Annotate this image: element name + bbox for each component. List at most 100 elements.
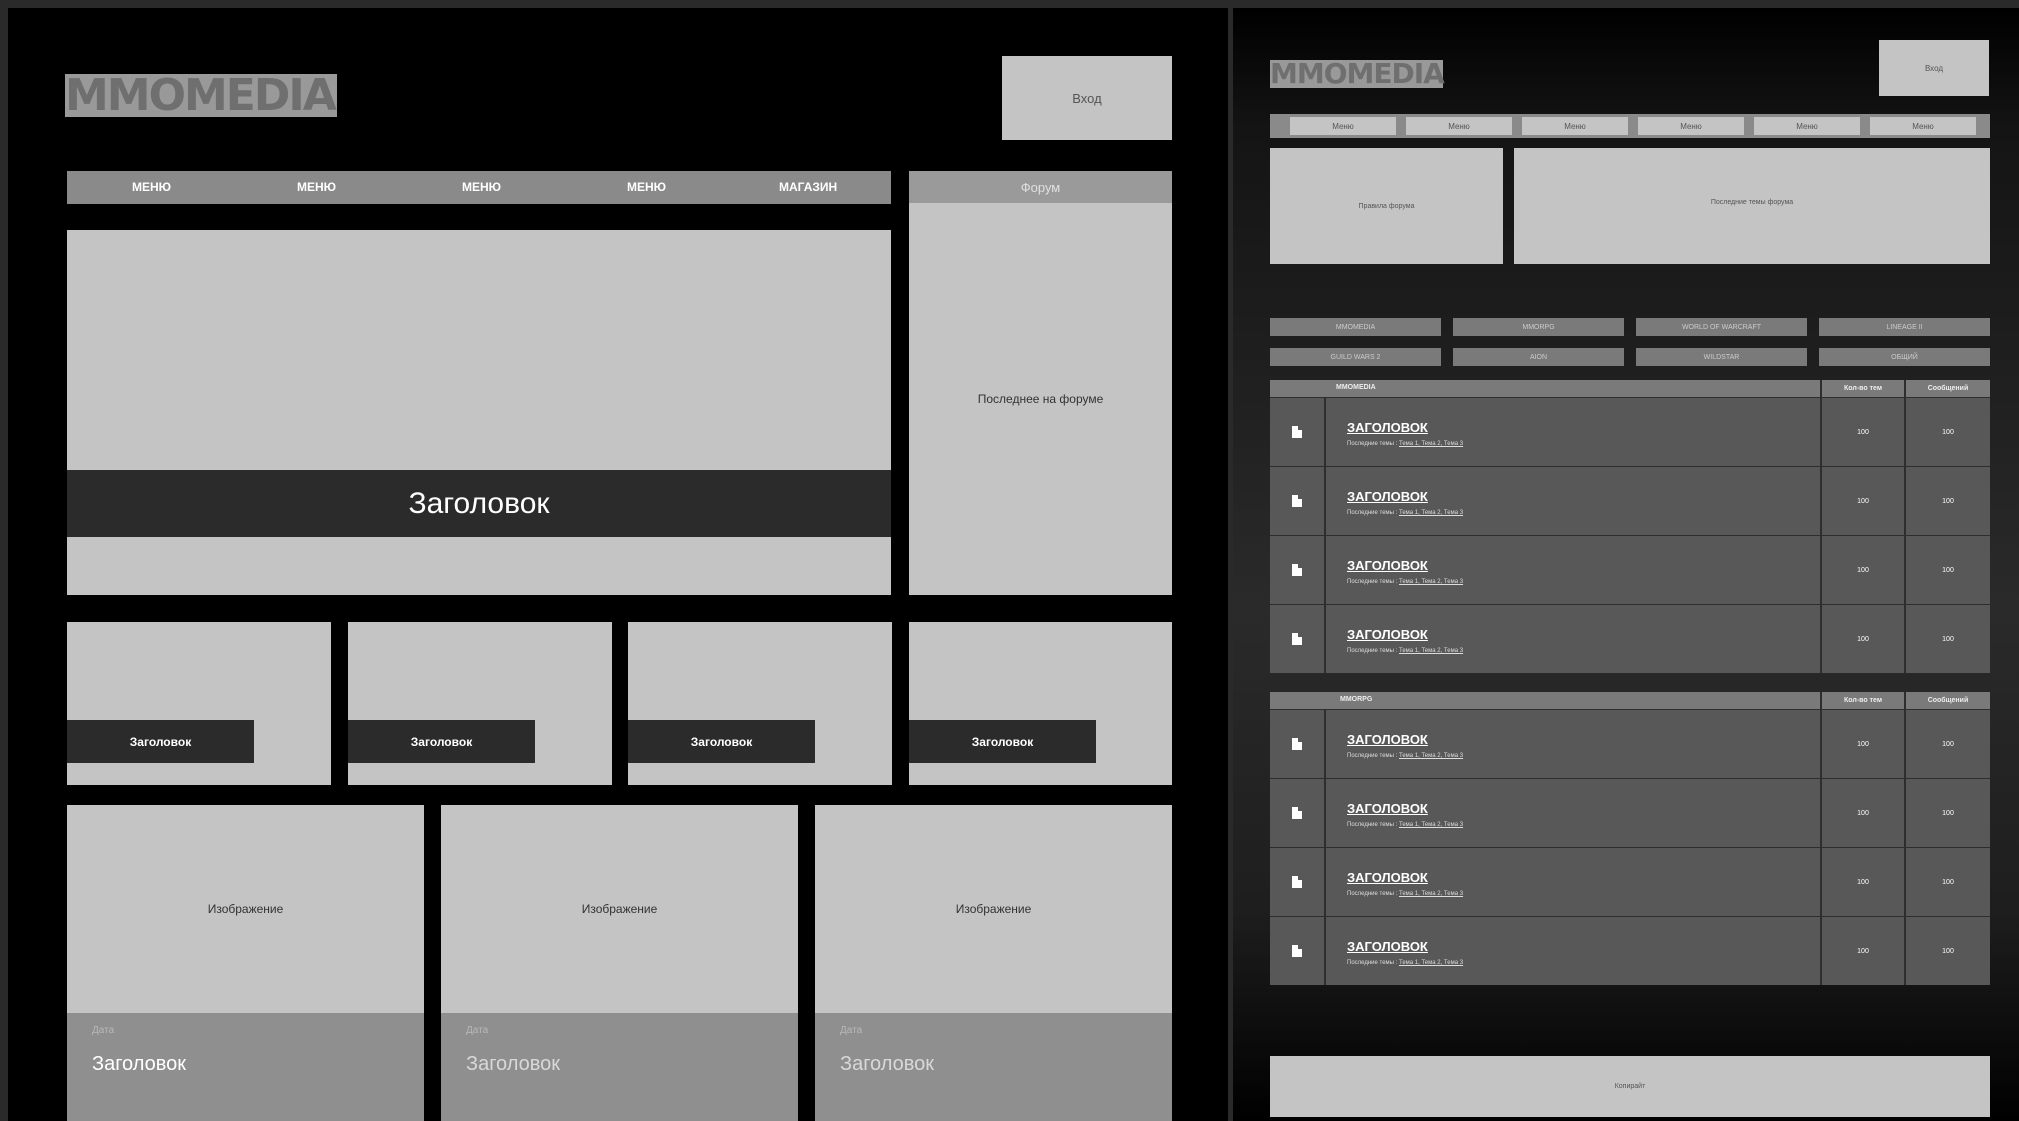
site-logo[interactable]: MMOMEDIA [65, 74, 337, 118]
card-info: Дата Заголовок [441, 1013, 798, 1121]
sub-label: Последние темы : [1347, 648, 1398, 654]
topic-title[interactable]: ЗАГОЛОВОК [1347, 801, 1428, 816]
menu-item-4[interactable]: МЕНЮ [627, 180, 666, 194]
hero-title[interactable]: Заголовок [67, 470, 891, 537]
forum-row[interactable]: ЗАГОЛОВОК Последние темы : Тема 1, Тема … [1270, 778, 1990, 847]
sub-topics[interactable]: Тема 1, Тема 2, Тема 3 [1399, 822, 1463, 828]
topic-title[interactable]: ЗАГОЛОВОК [1347, 558, 1428, 573]
sub-topics[interactable]: Тема 1, Тема 2, Тема 3 [1399, 441, 1463, 447]
homepage-mockup: MMOMEDIA Вход МЕНЮ МЕНЮ МЕНЮ МЕНЮ МАГАЗИ… [8, 8, 1228, 1121]
small-card-2[interactable]: Заголовок [348, 622, 612, 785]
topic-title[interactable]: ЗАГОЛОВОК [1347, 939, 1428, 954]
image-placeholder[interactable]: Изображение [815, 805, 1172, 1013]
image-placeholder[interactable]: Изображение [441, 805, 798, 1013]
topic-sub: Последние темы : Тема 1, Тема 2, Тема 3 [1347, 579, 1463, 585]
forum-row[interactable]: ЗАГОЛОВОК Последние темы : Тема 1, Тема … [1270, 847, 1990, 916]
forum-row[interactable]: ЗАГОЛОВОК Последние темы : Тема 1, Тема … [1270, 916, 1990, 985]
image-card-2[interactable]: Изображение Дата Заголовок [441, 805, 798, 1121]
topic-count: 100 [1820, 605, 1904, 673]
small-card-title[interactable]: Заголовок [348, 720, 535, 763]
message-count: 100 [1904, 917, 1990, 985]
topic-sub: Последние темы : Тема 1, Тема 2, Тема 3 [1347, 510, 1463, 516]
small-card-1[interactable]: Заголовок [67, 622, 331, 785]
menu-item-3[interactable]: МЕНЮ [462, 180, 501, 194]
category-wildstar[interactable]: WILDSTAR [1636, 348, 1807, 366]
topic-sub: Последние темы : Тема 1, Тема 2, Тема 3 [1347, 441, 1463, 447]
message-count: 100 [1904, 710, 1990, 778]
small-card-4[interactable]: Заголовок [909, 622, 1172, 785]
sub-topics[interactable]: Тема 1, Тема 2, Тема 3 [1399, 891, 1463, 897]
sub-topics[interactable]: Тема 1, Тема 2, Тема 3 [1399, 648, 1463, 654]
small-card-3[interactable]: Заголовок [628, 622, 892, 785]
topic-icon-cell [1270, 536, 1326, 604]
section-title[interactable]: MMOMEDIA [1336, 384, 1376, 391]
topic-count: 100 [1820, 467, 1904, 535]
small-card-title[interactable]: Заголовок [909, 720, 1096, 763]
forum-row[interactable]: ЗАГОЛОВОК Последние темы : Тема 1, Тема … [1270, 466, 1990, 535]
section-header: MMORPG Кол-во тем Сообщений [1270, 692, 1990, 709]
small-card-title[interactable]: Заголовок [67, 720, 254, 763]
card-title[interactable]: Заголовок [840, 1053, 934, 1076]
menu-item-shop[interactable]: МАГАЗИН [779, 180, 837, 194]
category-general[interactable]: ОБЩИЙ [1819, 348, 1990, 366]
document-icon [1292, 876, 1302, 888]
sub-label: Последние темы : [1347, 753, 1398, 759]
menu-item-1[interactable]: МЕНЮ [132, 180, 171, 194]
forum-row[interactable]: ЗАГОЛОВОК Последние темы : Тема 1, Тема … [1270, 604, 1990, 673]
card-title[interactable]: Заголовок [466, 1053, 560, 1076]
message-count: 100 [1904, 398, 1990, 466]
category-wow[interactable]: WORLD OF WARCRAFT [1636, 318, 1807, 336]
topic-sub: Последние темы : Тема 1, Тема 2, Тема 3 [1347, 960, 1463, 966]
forum-section-mmomedia: MMOMEDIA Кол-во тем Сообщений ЗАГОЛОВОК … [1270, 380, 1990, 685]
card-info: Дата Заголовок [815, 1013, 1172, 1121]
topic-count: 100 [1820, 917, 1904, 985]
forum-widget[interactable]: Форум Последнее на форуме [909, 171, 1172, 595]
document-icon [1292, 495, 1302, 507]
sub-topics[interactable]: Тема 1, Тема 2, Тема 3 [1399, 753, 1463, 759]
topic-title[interactable]: ЗАГОЛОВОК [1347, 732, 1428, 747]
card-title[interactable]: Заголовок [92, 1053, 186, 1076]
sub-topics[interactable]: Тема 1, Тема 2, Тема 3 [1399, 510, 1463, 516]
forum-menu-item[interactable]: Меню [1406, 117, 1512, 135]
sub-label: Последние темы : [1347, 960, 1398, 966]
login-button[interactable]: Вход [1002, 56, 1172, 140]
topic-sub: Последние темы : Тема 1, Тема 2, Тема 3 [1347, 648, 1463, 654]
document-icon [1292, 426, 1302, 438]
topic-icon-cell [1270, 605, 1326, 673]
topic-icon-cell [1270, 467, 1326, 535]
forum-menu-item[interactable]: Меню [1870, 117, 1976, 135]
small-card-title[interactable]: Заголовок [628, 720, 815, 763]
category-mmomedia[interactable]: MMOMEDIA [1270, 318, 1441, 336]
hero-banner[interactable]: Заголовок [67, 230, 891, 595]
col-messages: Сообщений [1904, 692, 1990, 709]
image-card-1[interactable]: Изображение Дата Заголовок [67, 805, 424, 1121]
image-placeholder[interactable]: Изображение [67, 805, 424, 1013]
topic-title[interactable]: ЗАГОЛОВОК [1347, 489, 1428, 504]
col-messages: Сообщений [1904, 380, 1990, 397]
sub-topics[interactable]: Тема 1, Тема 2, Тема 3 [1399, 960, 1463, 966]
forum-menu-item[interactable]: Меню [1754, 117, 1860, 135]
image-card-3[interactable]: Изображение Дата Заголовок [815, 805, 1172, 1121]
section-title[interactable]: MMORPG [1340, 696, 1372, 703]
topic-title[interactable]: ЗАГОЛОВОК [1347, 420, 1428, 435]
forum-row[interactable]: ЗАГОЛОВОК Последние темы : Тема 1, Тема … [1270, 709, 1990, 778]
topic-title[interactable]: ЗАГОЛОВОК [1347, 870, 1428, 885]
forum-logo[interactable]: MMOMEDIA [1270, 60, 1445, 88]
latest-topics[interactable]: Последние темы форума [1514, 148, 1990, 264]
sub-topics[interactable]: Тема 1, Тема 2, Тема 3 [1399, 579, 1463, 585]
forum-menu-item[interactable]: Меню [1290, 117, 1396, 135]
forum-menu-item[interactable]: Меню [1638, 117, 1744, 135]
forum-menu: Меню Меню Меню Меню Меню Меню [1270, 114, 1990, 138]
topic-title[interactable]: ЗАГОЛОВОК [1347, 627, 1428, 642]
category-mmorpg[interactable]: MMORPG [1453, 318, 1624, 336]
forum-login-button[interactable]: Вход [1879, 40, 1989, 96]
forum-header[interactable]: Форум [909, 171, 1172, 203]
forum-row[interactable]: ЗАГОЛОВОК Последние темы : Тема 1, Тема … [1270, 535, 1990, 604]
menu-item-2[interactable]: МЕНЮ [297, 180, 336, 194]
category-guildwars[interactable]: GUILD WARS 2 [1270, 348, 1441, 366]
category-aion[interactable]: AION [1453, 348, 1624, 366]
category-lineage[interactable]: LINEAGE II [1819, 318, 1990, 336]
forum-menu-item[interactable]: Меню [1522, 117, 1628, 135]
forum-row[interactable]: ЗАГОЛОВОК Последние темы : Тема 1, Тема … [1270, 397, 1990, 466]
forum-rules[interactable]: Правила форума [1270, 148, 1503, 264]
